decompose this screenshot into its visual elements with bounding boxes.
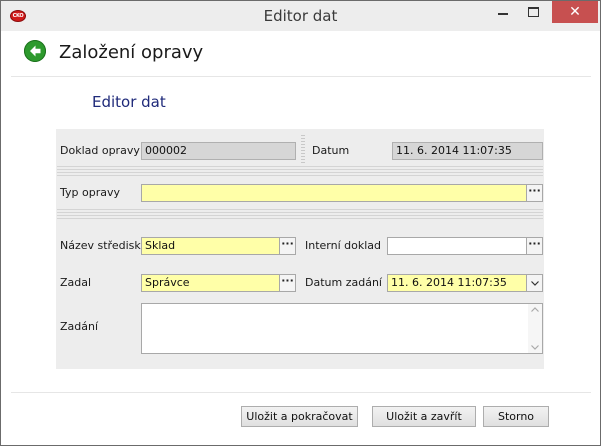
doklad-opravy-field: 000002	[141, 142, 296, 160]
close-button[interactable]: ✕	[552, 1, 598, 23]
zadal-lookup-button[interactable]: ···	[279, 275, 295, 291]
save-and-close-button[interactable]: Uložit a zavřít	[372, 406, 476, 427]
cancel-button[interactable]: Storno	[483, 406, 549, 427]
save-and-continue-button[interactable]: Uložit a pokračovat	[241, 406, 358, 427]
scroll-up-icon[interactable]	[531, 307, 539, 312]
footer-divider	[11, 392, 591, 393]
page-title: Založení opravy	[59, 42, 204, 63]
zadal-label: Zadal	[60, 276, 92, 289]
page-header: Založení opravy	[1, 31, 600, 75]
section-title: Editor dat	[92, 93, 166, 111]
scroll-down-icon[interactable]	[531, 345, 539, 350]
zadal-value: Správce	[145, 276, 190, 289]
datum-zadani-label: Datum zadání	[305, 276, 382, 289]
typ-opravy-label: Typ opravy	[60, 186, 120, 199]
minimize-icon	[498, 13, 508, 15]
minimize-button[interactable]	[489, 1, 517, 23]
back-arrow-icon	[30, 45, 41, 57]
typ-opravy-input[interactable]: ···	[141, 184, 543, 202]
interni-doklad-input[interactable]: ···	[387, 237, 543, 255]
datum-zadani-value: 11. 6. 2014 11:07:35	[391, 276, 507, 289]
interni-doklad-lookup-button[interactable]: ···	[526, 238, 542, 254]
row-divider	[57, 209, 543, 221]
zadani-textarea[interactable]	[141, 303, 543, 354]
title-bar[interactable]: CKO Editor dat ✕	[1, 1, 600, 31]
nazev-strediska-input[interactable]: Sklad ···	[141, 237, 296, 255]
maximize-icon	[528, 7, 539, 17]
nazev-strediska-lookup-button[interactable]: ···	[279, 238, 295, 254]
column-splitter[interactable]	[301, 135, 305, 165]
maximize-button[interactable]	[520, 1, 548, 23]
chevron-down-icon	[531, 281, 539, 286]
row-divider	[57, 166, 543, 178]
datum-field: 11. 6. 2014 11:07:35	[392, 142, 543, 160]
nazev-strediska-value: Sklad	[145, 239, 176, 252]
application-window: CKO Editor dat ✕ Založení opravy Editor …	[0, 0, 601, 446]
nazev-strediska-label: Název střediska	[60, 239, 148, 252]
datum-zadani-dropdown-button[interactable]	[526, 275, 542, 291]
header-divider	[11, 76, 591, 77]
interni-doklad-label: Interní doklad	[305, 239, 382, 252]
doklad-opravy-label: Doklad opravy	[60, 144, 140, 157]
zadani-scrollbar[interactable]	[528, 304, 542, 353]
typ-opravy-lookup-button[interactable]: ···	[526, 185, 542, 201]
datum-label: Datum	[312, 144, 350, 157]
back-button[interactable]	[24, 40, 46, 62]
zadani-label: Zadání	[60, 320, 99, 333]
datum-zadani-input[interactable]: 11. 6. 2014 11:07:35	[387, 274, 543, 292]
close-icon: ✕	[569, 4, 581, 20]
zadal-input[interactable]: Správce ···	[141, 274, 296, 292]
